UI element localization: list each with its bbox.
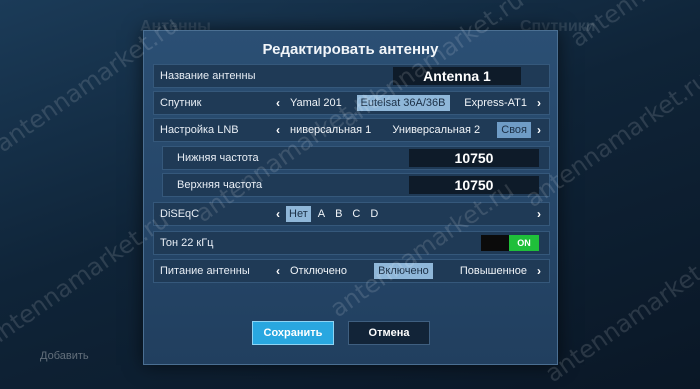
power-option[interactable]: Повышенное <box>456 263 531 279</box>
lnb-row[interactable]: Настройка LNB ‹ ниверсальная 1 Универсал… <box>153 118 550 142</box>
toggle-off-area <box>481 235 509 251</box>
diseqc-option[interactable]: D <box>367 206 381 222</box>
lower-frequency-label: Нижняя частота <box>177 152 259 164</box>
satellite-row[interactable]: Спутник ‹ Yamal 201 Eutelsat 36A/36B Exp… <box>153 91 550 115</box>
lnb-option[interactable]: Универсальная 2 <box>388 122 484 138</box>
chevron-right-icon[interactable]: › <box>533 264 545 278</box>
antenna-name-row[interactable]: Название антенны Antenna 1 <box>153 64 550 88</box>
diseqc-selector[interactable]: ‹ Нет A B C D › <box>272 203 545 225</box>
tone-22khz-label: Тон 22 кГц <box>160 237 214 249</box>
power-option[interactable]: Отключено <box>286 263 351 279</box>
dialog-title: Редактировать антенну <box>262 41 439 58</box>
lnb-selector[interactable]: ‹ ниверсальная 1 Универсальная 2 Своя › <box>272 119 545 141</box>
chevron-left-icon[interactable]: ‹ <box>272 123 284 137</box>
chevron-right-icon[interactable]: › <box>533 123 545 137</box>
tone-22khz-toggle[interactable]: ON <box>481 235 539 251</box>
satellite-option[interactable]: Express-AT1 <box>460 95 531 111</box>
bg-add-label: Добавить <box>40 350 89 362</box>
chevron-left-icon[interactable]: ‹ <box>272 96 284 110</box>
lower-frequency-value[interactable]: 10750 <box>409 149 539 167</box>
satellite-option-selected[interactable]: Eutelsat 36A/36B <box>356 95 450 111</box>
save-button[interactable]: Сохранить <box>252 321 334 345</box>
satellite-label: Спутник <box>160 97 202 109</box>
diseqc-option-selected[interactable]: Нет <box>286 206 311 222</box>
antenna-power-label: Питание антенны <box>160 265 250 277</box>
chevron-right-icon[interactable]: › <box>533 207 545 221</box>
antenna-name-value[interactable]: Antenna 1 <box>393 67 521 85</box>
edit-antenna-dialog: Редактировать антенну Название антенны A… <box>143 30 558 365</box>
diseqc-label: DiSEqC <box>160 208 200 220</box>
diseqc-option[interactable]: A <box>315 206 328 222</box>
upper-frequency-value[interactable]: 10750 <box>409 176 539 194</box>
satellite-option[interactable]: Yamal 201 <box>286 95 346 111</box>
lower-frequency-row[interactable]: Нижняя частота 10750 <box>162 146 550 170</box>
lnb-option[interactable]: ниверсальная 1 <box>286 122 375 138</box>
antenna-name-label: Название антенны <box>160 70 256 82</box>
diseqc-option[interactable]: C <box>349 206 363 222</box>
tv-screen: { "background": { "left_label": "Антенны… <box>0 0 700 389</box>
diseqc-option[interactable]: B <box>332 206 345 222</box>
cancel-button[interactable]: Отмена <box>348 321 430 345</box>
satellite-selector[interactable]: ‹ Yamal 201 Eutelsat 36A/36B Express-AT1… <box>272 92 545 114</box>
diseqc-row[interactable]: DiSEqC ‹ Нет A B C D › <box>153 202 550 226</box>
lnb-label: Настройка LNB <box>160 124 239 136</box>
upper-frequency-label: Верхняя частота <box>177 179 263 191</box>
power-option-selected[interactable]: Включено <box>374 263 433 279</box>
chevron-left-icon[interactable]: ‹ <box>272 264 284 278</box>
lnb-option-selected[interactable]: Своя <box>497 122 531 138</box>
antenna-power-selector[interactable]: ‹ Отключено Включено Повышенное › <box>272 260 545 282</box>
chevron-right-icon[interactable]: › <box>533 96 545 110</box>
watermark-text: antennamarket.ru <box>540 240 700 388</box>
toggle-on-label: ON <box>509 235 539 251</box>
upper-frequency-row[interactable]: Верхняя частота 10750 <box>162 173 550 197</box>
chevron-left-icon[interactable]: ‹ <box>272 207 284 221</box>
tone-22khz-row[interactable]: Тон 22 кГц ON <box>153 231 550 255</box>
antenna-power-row[interactable]: Питание антенны ‹ Отключено Включено Пов… <box>153 259 550 283</box>
